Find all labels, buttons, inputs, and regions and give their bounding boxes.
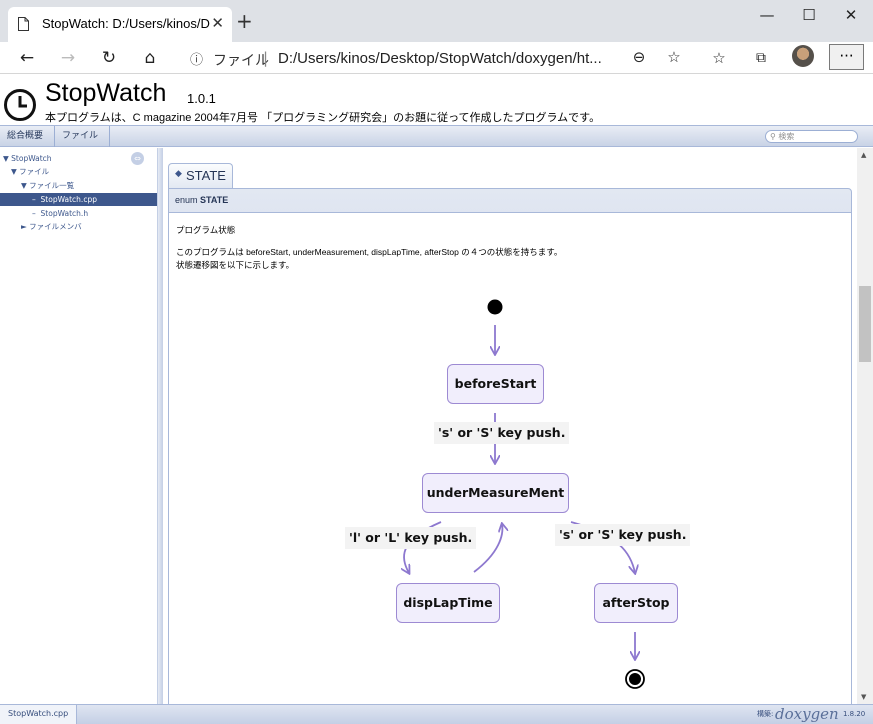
bullet-icon: ◆ xyxy=(175,169,182,179)
tree-item-stopwatch[interactable]: ▼ StopWatch xyxy=(0,152,157,165)
menu-item-files[interactable]: ファイル ▾ xyxy=(55,126,110,161)
project-version: 1.0.1 xyxy=(187,91,216,106)
project-brief: 本プログラムは、C magazine 2004年7月号 「プログラミング研究会」… xyxy=(45,112,601,124)
maximize-button[interactable]: ☐ xyxy=(794,6,824,24)
avatar[interactable] xyxy=(792,45,814,67)
nav-tree: ⇔ ▼ StopWatch ▼ ファイル ▼ ファイル一覧 – StopWatc… xyxy=(0,148,158,704)
footer-bar: StopWatch.cpp 構築: doxygen 1.8.20 xyxy=(0,704,873,724)
member-doc: プログラム状態 このプログラムは beforeStart, underMeasu… xyxy=(168,213,852,704)
close-icon[interactable]: ✕ xyxy=(211,14,224,32)
collections-icon[interactable]: ⧉ xyxy=(750,47,772,69)
member-title: STATE xyxy=(186,168,226,183)
prototype-name: STATE xyxy=(200,195,229,205)
back-icon[interactable]: ← xyxy=(16,47,38,69)
tree-item-label: StopWatch.h xyxy=(40,209,89,218)
address-bar[interactable]: ⓘ ファイル | D:/Users/kinos/Desktop/StopWatc… xyxy=(176,44,696,72)
menu-item-main-page[interactable]: 総合概要 xyxy=(0,126,55,147)
state-before-start: beforeStart xyxy=(447,364,544,404)
search-input[interactable]: ⚲ 検索 xyxy=(765,130,858,143)
vertical-scrollbar[interactable]: ▲ ▼ xyxy=(857,148,873,704)
state-after-stop: afterStop xyxy=(594,583,678,623)
tree-item-label: StopWatch.cpp xyxy=(40,195,97,204)
state-under-measurement: underMeasureMent xyxy=(422,473,569,513)
tree-item-stopwatch-cpp[interactable]: – StopWatch.cpp xyxy=(0,193,157,206)
transition-label-stop: 's' or 'S' key push. xyxy=(555,524,691,546)
page-icon xyxy=(18,17,29,31)
menu-bar: 総合概要 ファイル ▾ ⚲ 検索 xyxy=(0,125,873,161)
project-name: StopWatch xyxy=(45,79,167,107)
clock-icon xyxy=(4,89,36,121)
star-icon[interactable]: ☆ xyxy=(663,46,685,68)
doxygen-logo[interactable]: doxygen xyxy=(775,705,839,723)
info-icon[interactable]: ⓘ xyxy=(190,49,203,68)
browser-titlebar: StopWatch: D:/Users/kinos/Desktop/StopWa… xyxy=(0,0,873,42)
browser-navbar: ← → ↻ ⌂ ⓘ ファイル | D:/Users/kinos/Desktop/… xyxy=(0,42,873,74)
prototype-keyword: enum xyxy=(175,195,198,205)
member-title-tab: ◆ STATE xyxy=(168,163,233,189)
transition-label-lap: 'l' or 'L' key push. xyxy=(345,527,477,549)
home-icon[interactable]: ⌂ xyxy=(139,47,161,69)
doxygen-header: StopWatch 1.0.1 本プログラムは、C magazine 2004年… xyxy=(0,75,873,125)
initial-state xyxy=(487,299,503,315)
member-prototype: enum STATE xyxy=(168,188,852,213)
tree-item-stopwatch-h[interactable]: – StopWatch.h xyxy=(0,207,157,220)
new-tab-button[interactable]: + xyxy=(236,11,253,31)
content-area: ◆ STATE enum STATE プログラム状態 このプログラムは befo… xyxy=(163,148,857,704)
minimize-button[interactable]: — xyxy=(752,6,782,24)
scroll-up-icon[interactable]: ▲ xyxy=(861,151,866,159)
address-separator: | xyxy=(263,49,269,67)
zoom-icon[interactable]: ⊖ xyxy=(628,46,650,68)
prototype-text: enum STATE xyxy=(175,195,228,205)
refresh-icon[interactable]: ↻ xyxy=(98,47,120,69)
scroll-thumb[interactable] xyxy=(859,286,871,362)
footer-generated-by: 構築: xyxy=(757,710,774,718)
address-url[interactable]: D:/Users/kinos/Desktop/StopWatch/doxygen… xyxy=(278,50,608,67)
footer-breadcrumb[interactable]: StopWatch.cpp xyxy=(0,705,78,724)
state-diagram xyxy=(169,299,645,689)
scroll-down-icon[interactable]: ▼ xyxy=(861,693,866,701)
final-state-dot xyxy=(629,673,641,685)
window-close-button[interactable]: ✕ xyxy=(836,6,866,24)
transition-label-start: 's' or 'S' key push. xyxy=(434,422,570,444)
tree-item-file-list[interactable]: ▼ ファイル一覧 xyxy=(0,179,157,192)
more-button[interactable]: ··· xyxy=(829,44,864,70)
tree-item-file-members[interactable]: ► ファイルメンバ xyxy=(0,220,157,233)
browser-tab[interactable]: StopWatch: D:/Users/kinos/Desktop/StopWa… xyxy=(8,7,232,42)
tab-title: StopWatch: D:/Users/kinos/Desktop/StopWa… xyxy=(42,16,210,31)
favorites-icon[interactable]: ☆ xyxy=(708,47,730,69)
search-placeholder: 検索 xyxy=(778,132,795,141)
forward-icon[interactable]: → xyxy=(57,47,79,69)
state-disp-lap-time: dispLapTime xyxy=(396,583,500,623)
arrow-lap-to-under xyxy=(473,524,502,573)
footer-version: 1.8.20 xyxy=(843,710,866,718)
address-scheme-label: ファイル xyxy=(213,52,269,68)
tree-item-files[interactable]: ▼ ファイル xyxy=(0,165,157,178)
